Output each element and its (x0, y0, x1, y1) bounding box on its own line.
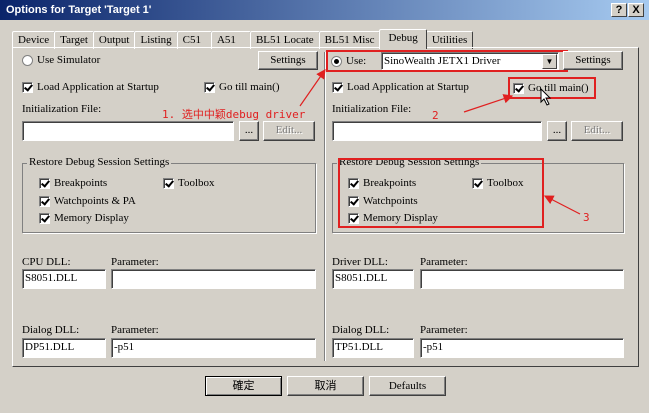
annotation-arrows (299, 69, 581, 215)
annotation-arrow-3 (543, 195, 581, 215)
annotation-arrow-2 (463, 94, 514, 113)
annotation-arrow-1 (299, 69, 326, 107)
defaults-button[interactable]: Defaults (369, 376, 446, 396)
ok-button[interactable]: 確定 (205, 376, 282, 396)
cancel-button[interactable]: 取消 (287, 376, 364, 396)
tab-debug[interactable]: Debug (379, 29, 427, 49)
